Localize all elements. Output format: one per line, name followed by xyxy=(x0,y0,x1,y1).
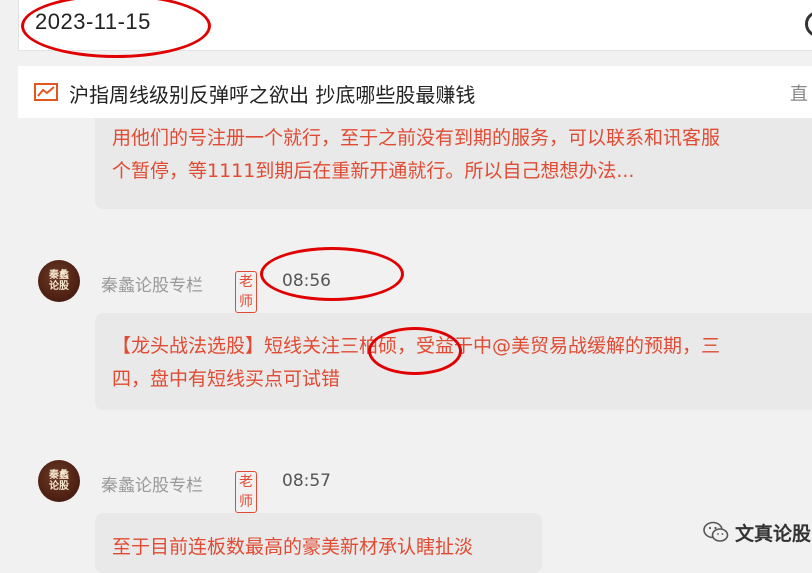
message-text: 用他们的号注册一个就行，至于之前没有到期的服务，可以联系和讯客服 个暂停，等11… xyxy=(112,127,721,182)
trend-chart-icon xyxy=(34,83,58,101)
date-annotation-circle xyxy=(21,0,211,58)
stock-annotation-circle xyxy=(368,327,462,375)
message-time: 08:57 xyxy=(282,471,331,491)
watermark: 文真论股 xyxy=(703,517,811,547)
toggle-icon[interactable] xyxy=(805,11,812,37)
avatar[interactable]: 秦蠡 论股 xyxy=(38,460,80,502)
message-bubble: 至于目前连板数最高的豪美新材承认瞎扯淡 xyxy=(95,513,542,573)
message-text: 至于目前连板数最高的豪美新材承认瞎扯淡 xyxy=(112,536,474,558)
headline-title[interactable]: 沪指周线级别反弹呼之欲出 抄底哪些股最赚钱 xyxy=(69,79,475,108)
time-annotation-circle xyxy=(260,247,404,301)
author-name: 秦蠡论股专栏 xyxy=(101,276,203,296)
teacher-badge: 老师 xyxy=(235,271,257,313)
teacher-badge: 老师 xyxy=(235,471,257,513)
watermark-text: 文真论股 xyxy=(735,522,812,545)
message-text: 【龙头战法选股】短线关注三柏硕，受益于中@美贸易战缓解的预期，三 四，盘中有短线… xyxy=(112,335,721,390)
avatar[interactable]: 秦蠡 论股 xyxy=(38,260,80,302)
date-bar: 2023-11-15 xyxy=(18,0,812,58)
author-name: 秦蠡论股专栏 xyxy=(101,476,203,496)
headline-bar[interactable]: 沪指周线级别反弹呼之欲出 抄底哪些股最赚钱 直 xyxy=(18,66,812,118)
wechat-icon xyxy=(703,521,729,542)
headline-action[interactable]: 直 xyxy=(790,80,808,106)
